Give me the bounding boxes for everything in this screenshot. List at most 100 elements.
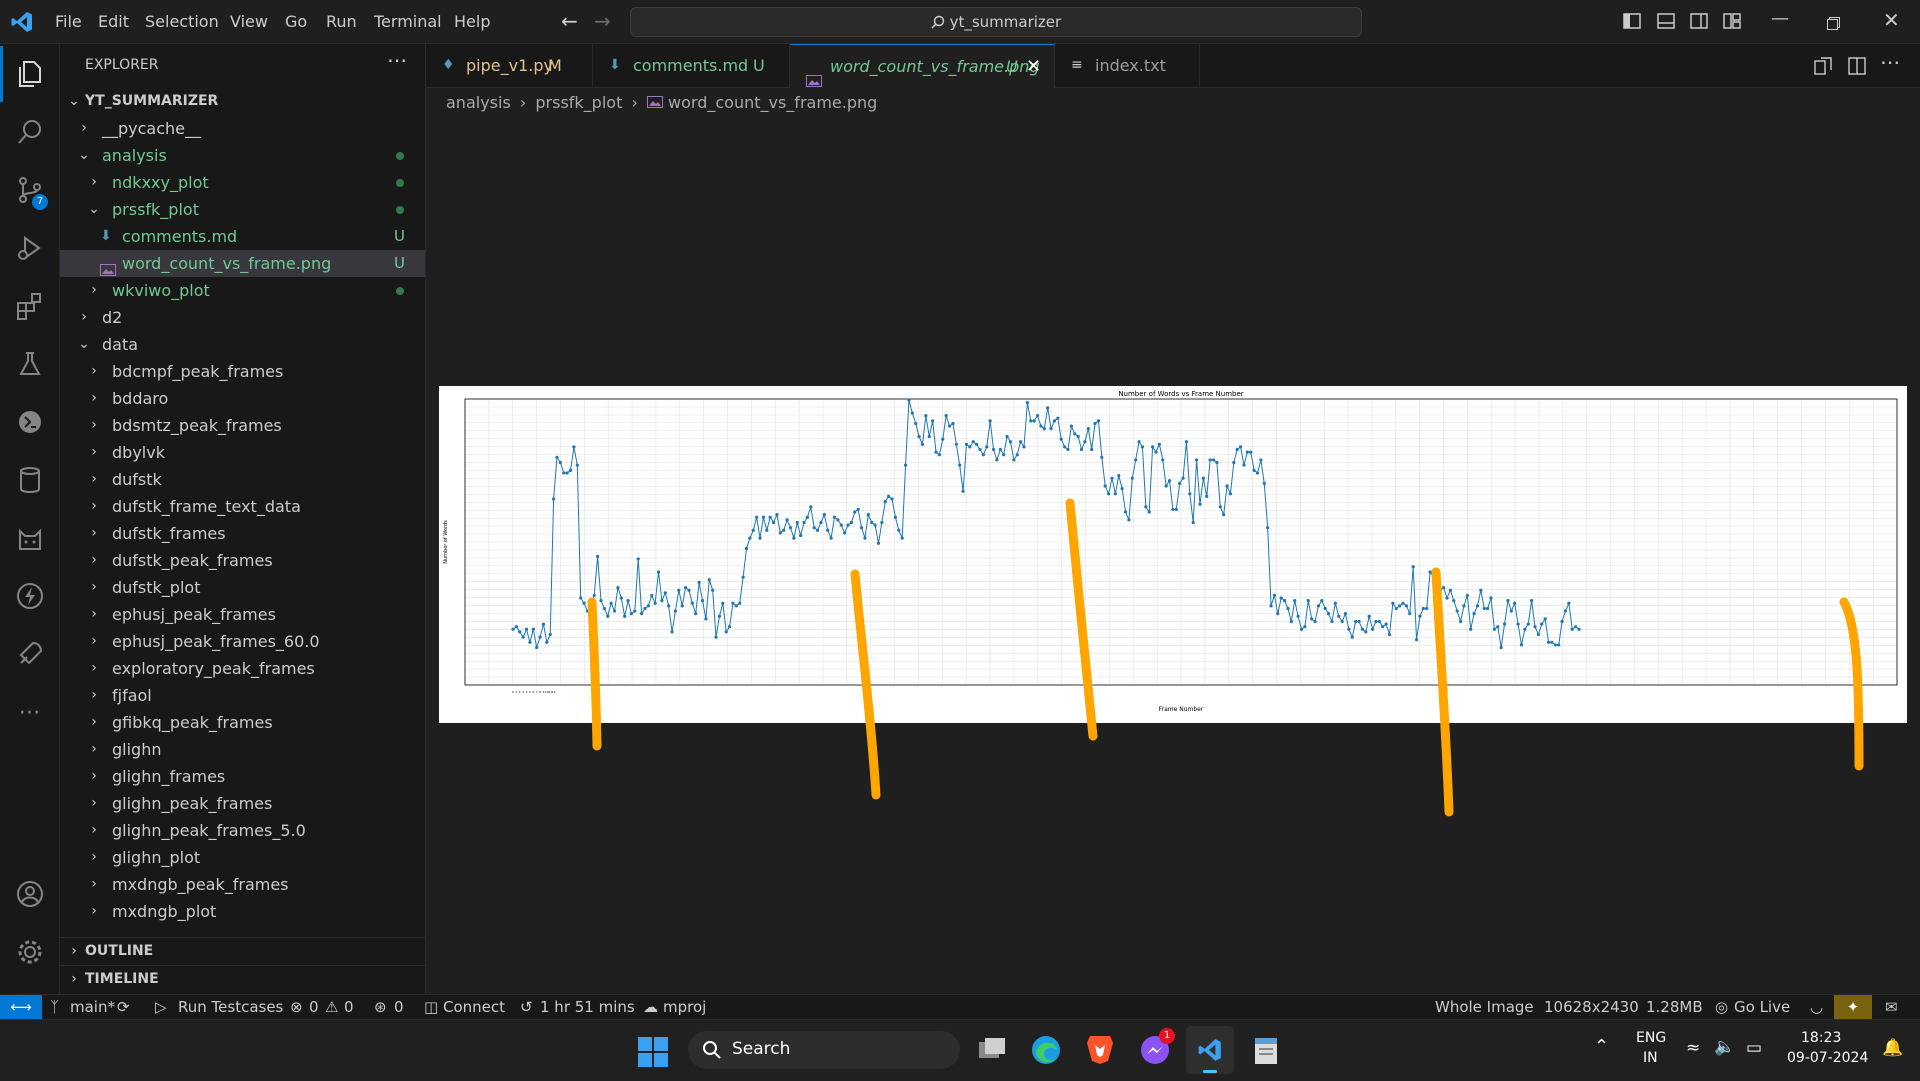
menu-edit[interactable]: Edit: [98, 0, 129, 43]
task-view-icon[interactable]: [977, 1036, 1007, 1062]
tree-folder[interactable]: › dufstk_frame_text_data: [60, 493, 425, 520]
edge-browser-icon[interactable]: [1030, 1034, 1062, 1066]
tree-folder[interactable]: › gfibkq_peak_frames: [60, 709, 425, 736]
menu-view[interactable]: View: [230, 0, 268, 43]
tree-folder-ndkxxy-plot[interactable]: › ndkxxy_plot: [60, 169, 425, 196]
toggle-secondary-sidebar-icon[interactable]: [1690, 13, 1708, 29]
copilot-sparkle-icon[interactable]: ✦: [1834, 995, 1872, 1019]
explorer-icon[interactable]: [0, 46, 59, 102]
command-center-search[interactable]: yt_summarizer: [630, 7, 1362, 37]
git-branch[interactable]: main*: [70, 995, 115, 1019]
brave-browser-icon[interactable]: [1086, 1033, 1114, 1065]
time-tracked[interactable]: 1 hr 51 mins: [540, 995, 635, 1019]
clock-time[interactable]: 18:23: [1801, 1030, 1841, 1046]
language-primary[interactable]: ENG: [1636, 1030, 1666, 1046]
tab-comments-md[interactable]: ⬇ comments.md U: [593, 44, 790, 87]
more-views-icon[interactable]: ⋯: [0, 684, 59, 740]
messenger-icon[interactable]: 1: [1139, 1028, 1175, 1066]
source-control-icon[interactable]: 7: [0, 162, 59, 218]
tree-folder[interactable]: › ephusj_peak_frames_60.0: [60, 628, 425, 655]
open-changes-icon[interactable]: [1814, 57, 1832, 75]
tree-folder[interactable]: › glighn_peak_frames: [60, 790, 425, 817]
tree-folder-analysis[interactable]: ⌄ analysis: [60, 142, 425, 169]
wifi-icon[interactable]: ≈: [1686, 1038, 1700, 1058]
notification-center-bell-icon[interactable]: 🔔: [1882, 1038, 1903, 1058]
taskbar-search-box[interactable]: Search: [688, 1031, 960, 1069]
tree-folder[interactable]: › ephusj_peak_frames: [60, 601, 425, 628]
explorer-more-actions-icon[interactable]: ⋯: [387, 48, 407, 72]
sync-icon[interactable]: ⟳: [117, 995, 130, 1019]
tree-folder[interactable]: › glighn_frames: [60, 763, 425, 790]
tree-folder[interactable]: › glighn_peak_frames_5.0: [60, 817, 425, 844]
tree-folder-pycache[interactable]: › __pycache__: [60, 115, 425, 142]
tree-folder[interactable]: › bddaro: [60, 385, 425, 412]
project-name[interactable]: mproj: [663, 995, 706, 1019]
search-view-icon[interactable]: [0, 104, 59, 160]
settings-gear-icon[interactable]: [0, 924, 59, 980]
run-testcases[interactable]: Run Testcases: [178, 995, 283, 1019]
tree-folder[interactable]: › dufstk: [60, 466, 425, 493]
vscode-taskbar-button[interactable]: [1186, 1026, 1234, 1074]
tab-pipe-v1-py[interactable]: ♦ pipe_v1.py M: [426, 44, 593, 87]
tree-folder[interactable]: › exploratory_peak_frames: [60, 655, 425, 682]
minimize-icon[interactable]: —: [1771, 8, 1789, 29]
battery-icon[interactable]: ▭: [1746, 1038, 1762, 1058]
tree-folder[interactable]: › dufstk_peak_frames: [60, 547, 425, 574]
notepad-icon[interactable]: [1252, 1034, 1280, 1066]
tab-word-count-png[interactable]: word_count_vs_frame.png U ✕: [790, 44, 1055, 89]
tree-folder-data[interactable]: ⌄ data: [60, 331, 425, 358]
database-icon[interactable]: [0, 452, 59, 508]
tree-folder[interactable]: › dufstk_frames: [60, 520, 425, 547]
remote-explorer-icon[interactable]: [0, 394, 59, 450]
menu-run[interactable]: Run: [326, 0, 357, 43]
tree-folder-wkviwo-plot[interactable]: › wkviwo_plot: [60, 277, 425, 304]
tree-folder[interactable]: › fjfaol: [60, 682, 425, 709]
tree-folder-prssfk-plot[interactable]: ⌄ prssfk_plot: [60, 196, 425, 223]
tree-folder[interactable]: › dufstk_plot: [60, 574, 425, 601]
show-hidden-icons-chevron-icon[interactable]: ⌃: [1594, 1036, 1609, 1057]
testing-flask-icon[interactable]: [0, 336, 59, 392]
accounts-icon[interactable]: [0, 866, 59, 922]
image-zoom-mode[interactable]: Whole Image: [1435, 995, 1534, 1019]
tree-file-word-count-png[interactable]: word_count_vs_frame.png U: [60, 250, 425, 277]
workspace-root[interactable]: ⌄ YT_SUMMARIZER: [60, 88, 425, 115]
speaker-muted-icon[interactable]: 🔈: [1714, 1037, 1735, 1057]
connect-button[interactable]: Connect: [443, 995, 505, 1019]
back-arrow-icon[interactable]: ←: [561, 9, 578, 33]
tree-folder[interactable]: › mxdngb_peak_frames: [60, 871, 425, 898]
remote-indicator-icon[interactable]: ⟷: [0, 995, 42, 1019]
tab-index-txt[interactable]: ≡ index.txt: [1055, 44, 1200, 87]
outline-section-header[interactable]: › OUTLINE: [60, 937, 425, 965]
github-cat-icon[interactable]: [0, 510, 59, 566]
tree-folder[interactable]: › glighn: [60, 736, 425, 763]
error-count[interactable]: 0: [309, 995, 319, 1019]
language-secondary[interactable]: IN: [1643, 1050, 1658, 1066]
split-editor-icon[interactable]: [1848, 57, 1866, 75]
notifications-bell-icon[interactable]: ✉: [1885, 995, 1898, 1019]
tree-folder[interactable]: › mxdngb_plot: [60, 898, 425, 925]
menu-terminal[interactable]: Terminal: [374, 0, 442, 43]
tree-folder[interactable]: › dbylvk: [60, 439, 425, 466]
menu-file[interactable]: File: [55, 0, 82, 43]
tree-file-comments-md[interactable]: ⬇ comments.md U: [60, 223, 425, 250]
close-window-icon[interactable]: ✕: [1883, 8, 1900, 32]
windows-start-icon[interactable]: [638, 1037, 668, 1067]
close-tab-icon[interactable]: ✕: [1026, 45, 1041, 88]
thunder-client-icon[interactable]: [0, 568, 59, 624]
timeline-section-header[interactable]: › TIMELINE: [60, 965, 425, 993]
menu-help[interactable]: Help: [454, 0, 490, 43]
tree-folder[interactable]: › bdcmpf_peak_frames: [60, 358, 425, 385]
tree-folder[interactable]: › glighn_plot: [60, 844, 425, 871]
menu-go[interactable]: Go: [285, 0, 307, 43]
editor-more-actions-icon[interactable]: ⋯: [1880, 50, 1900, 74]
restore-icon[interactable]: [1827, 15, 1840, 30]
extensions-icon[interactable]: [0, 278, 59, 334]
toggle-primary-sidebar-icon[interactable]: [1623, 13, 1641, 29]
go-live-button[interactable]: Go Live: [1734, 995, 1790, 1019]
tree-folder-d2[interactable]: › d2: [60, 304, 425, 331]
menu-selection[interactable]: Selection: [145, 0, 219, 43]
toggle-panel-icon[interactable]: [1657, 13, 1675, 29]
rocket-icon[interactable]: [0, 626, 59, 682]
ports-count[interactable]: 0: [394, 995, 404, 1019]
tree-folder[interactable]: › bdsmtz_peak_frames: [60, 412, 425, 439]
